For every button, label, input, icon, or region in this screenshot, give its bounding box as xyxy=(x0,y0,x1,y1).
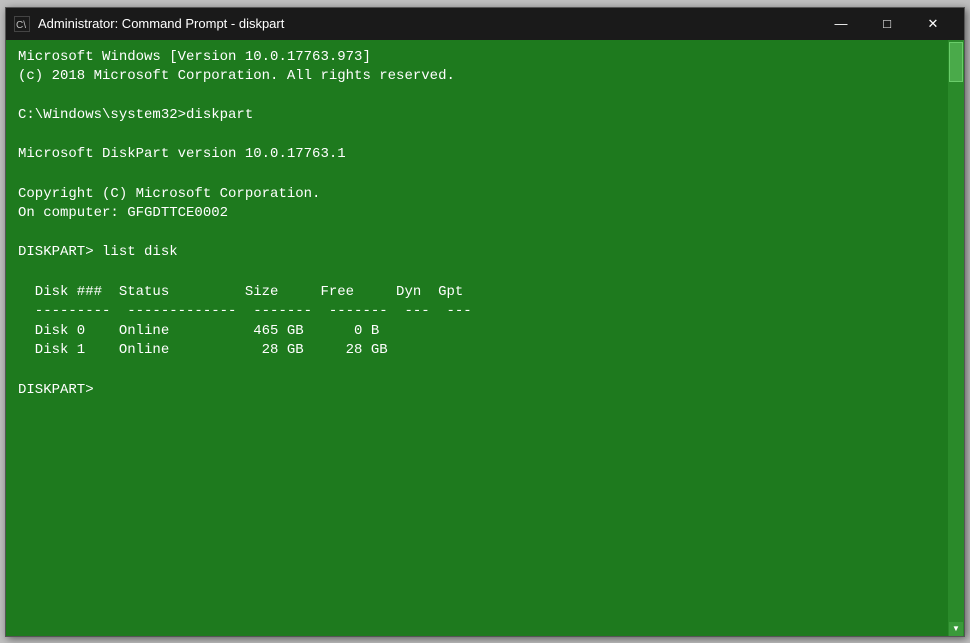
svg-text:C\: C\ xyxy=(16,20,26,31)
maximize-button[interactable]: □ xyxy=(864,8,910,40)
console-area[interactable]: Microsoft Windows [Version 10.0.17763.97… xyxy=(6,40,964,636)
title-bar: C\ Administrator: Command Prompt - diskp… xyxy=(6,8,964,40)
console-output: Microsoft Windows [Version 10.0.17763.97… xyxy=(18,48,952,401)
window-controls: — □ ✕ xyxy=(818,8,956,40)
scrollbar-thumb[interactable] xyxy=(949,42,963,82)
cmd-window: C\ Administrator: Command Prompt - diskp… xyxy=(5,7,965,637)
minimize-button[interactable]: — xyxy=(818,8,864,40)
close-button[interactable]: ✕ xyxy=(910,8,956,40)
scrollbar[interactable]: ▼ xyxy=(948,40,964,636)
scrollbar-down-arrow[interactable]: ▼ xyxy=(949,622,963,636)
cmd-icon: C\ xyxy=(14,16,30,32)
window-title: Administrator: Command Prompt - diskpart xyxy=(38,16,818,31)
